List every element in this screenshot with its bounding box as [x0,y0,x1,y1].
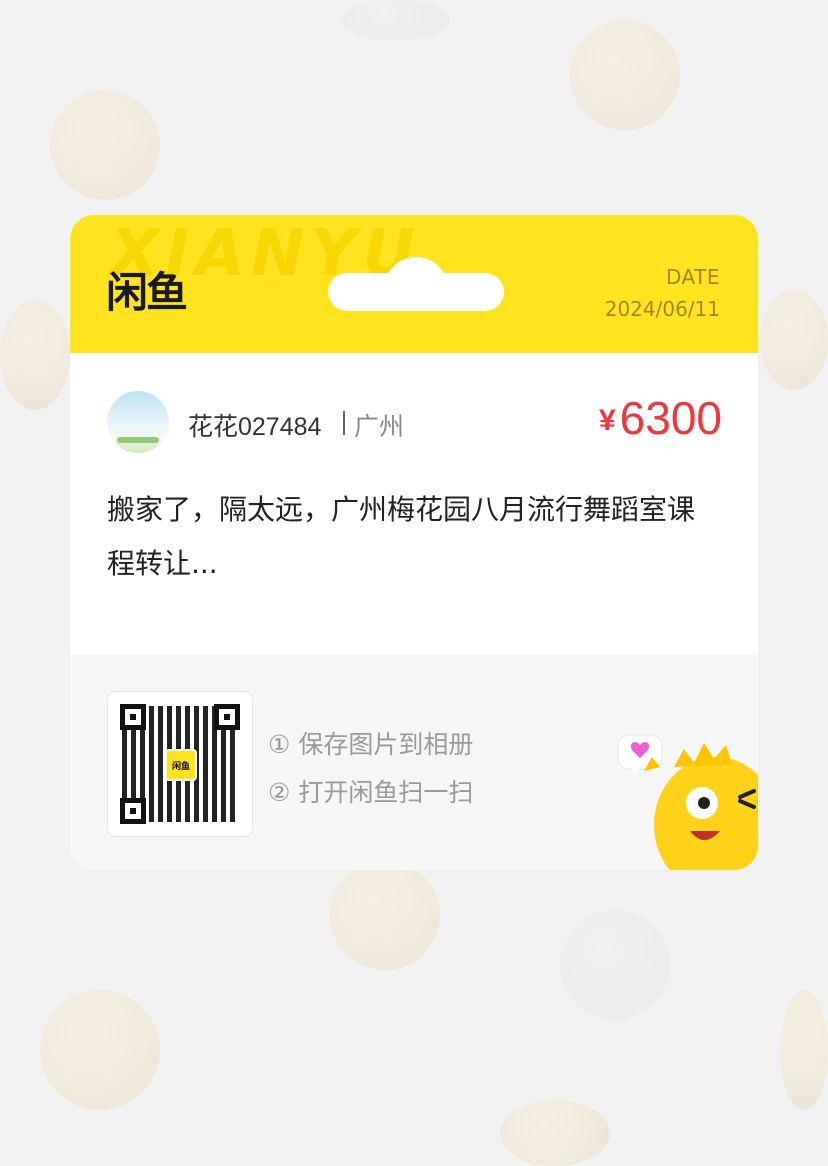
item-description: 搬家了，隔太远，广州梅花园八月流行舞蹈室课程转让... [107,493,696,580]
xianyu-logo: 闲鱼 [106,268,188,317]
background-emoji-decoration [330,860,440,970]
qr-finder-top-right [214,704,240,730]
mascot-fish-icon [617,734,758,870]
tag-hole-cutout [328,257,504,311]
price: ¥6300 [599,391,722,445]
background-emoji-decoration [340,0,450,40]
seller-row: 花花027484 广州 ¥6300 [107,391,722,457]
price-value: 6300 [619,392,722,444]
currency-symbol: ¥ [598,404,616,437]
divider [343,411,345,435]
background-emoji-decoration [570,20,680,130]
background-emoji-decoration [50,90,160,200]
qr-code: 闲鱼 [107,691,253,837]
card-footer: 闲鱼 ① 保存图片到相册 ② 打开闲鱼扫一扫 [70,655,758,870]
seller-name: 花花027484 [188,413,322,441]
background-emoji-decoration [500,1100,610,1166]
instruction-step-1: ① 保存图片到相册 [268,730,474,759]
date-value: 2024/06/11 [604,297,720,321]
background-emoji-decoration [780,990,828,1110]
qr-logo-icon: 闲鱼 [165,749,197,781]
instruction-step-2: ② 打开闲鱼扫一扫 [268,778,474,807]
date-label: DATE [665,265,720,289]
background-emoji-decoration [760,290,828,390]
background-emoji-decoration [560,910,670,1020]
card-header: XIANYU 闲鱼 DATE 2024/06/11 [70,215,758,353]
background-emoji-decoration [40,990,160,1110]
background-emoji-decoration [0,300,70,410]
avatar [107,391,169,453]
qr-finder-bottom-left [120,798,146,824]
qr-finder-top-left [120,704,146,730]
seller-city: 广州 [354,412,405,441]
product-share-card: XIANYU 闲鱼 DATE 2024/06/11 花花027484 广州 ¥6… [70,215,758,870]
